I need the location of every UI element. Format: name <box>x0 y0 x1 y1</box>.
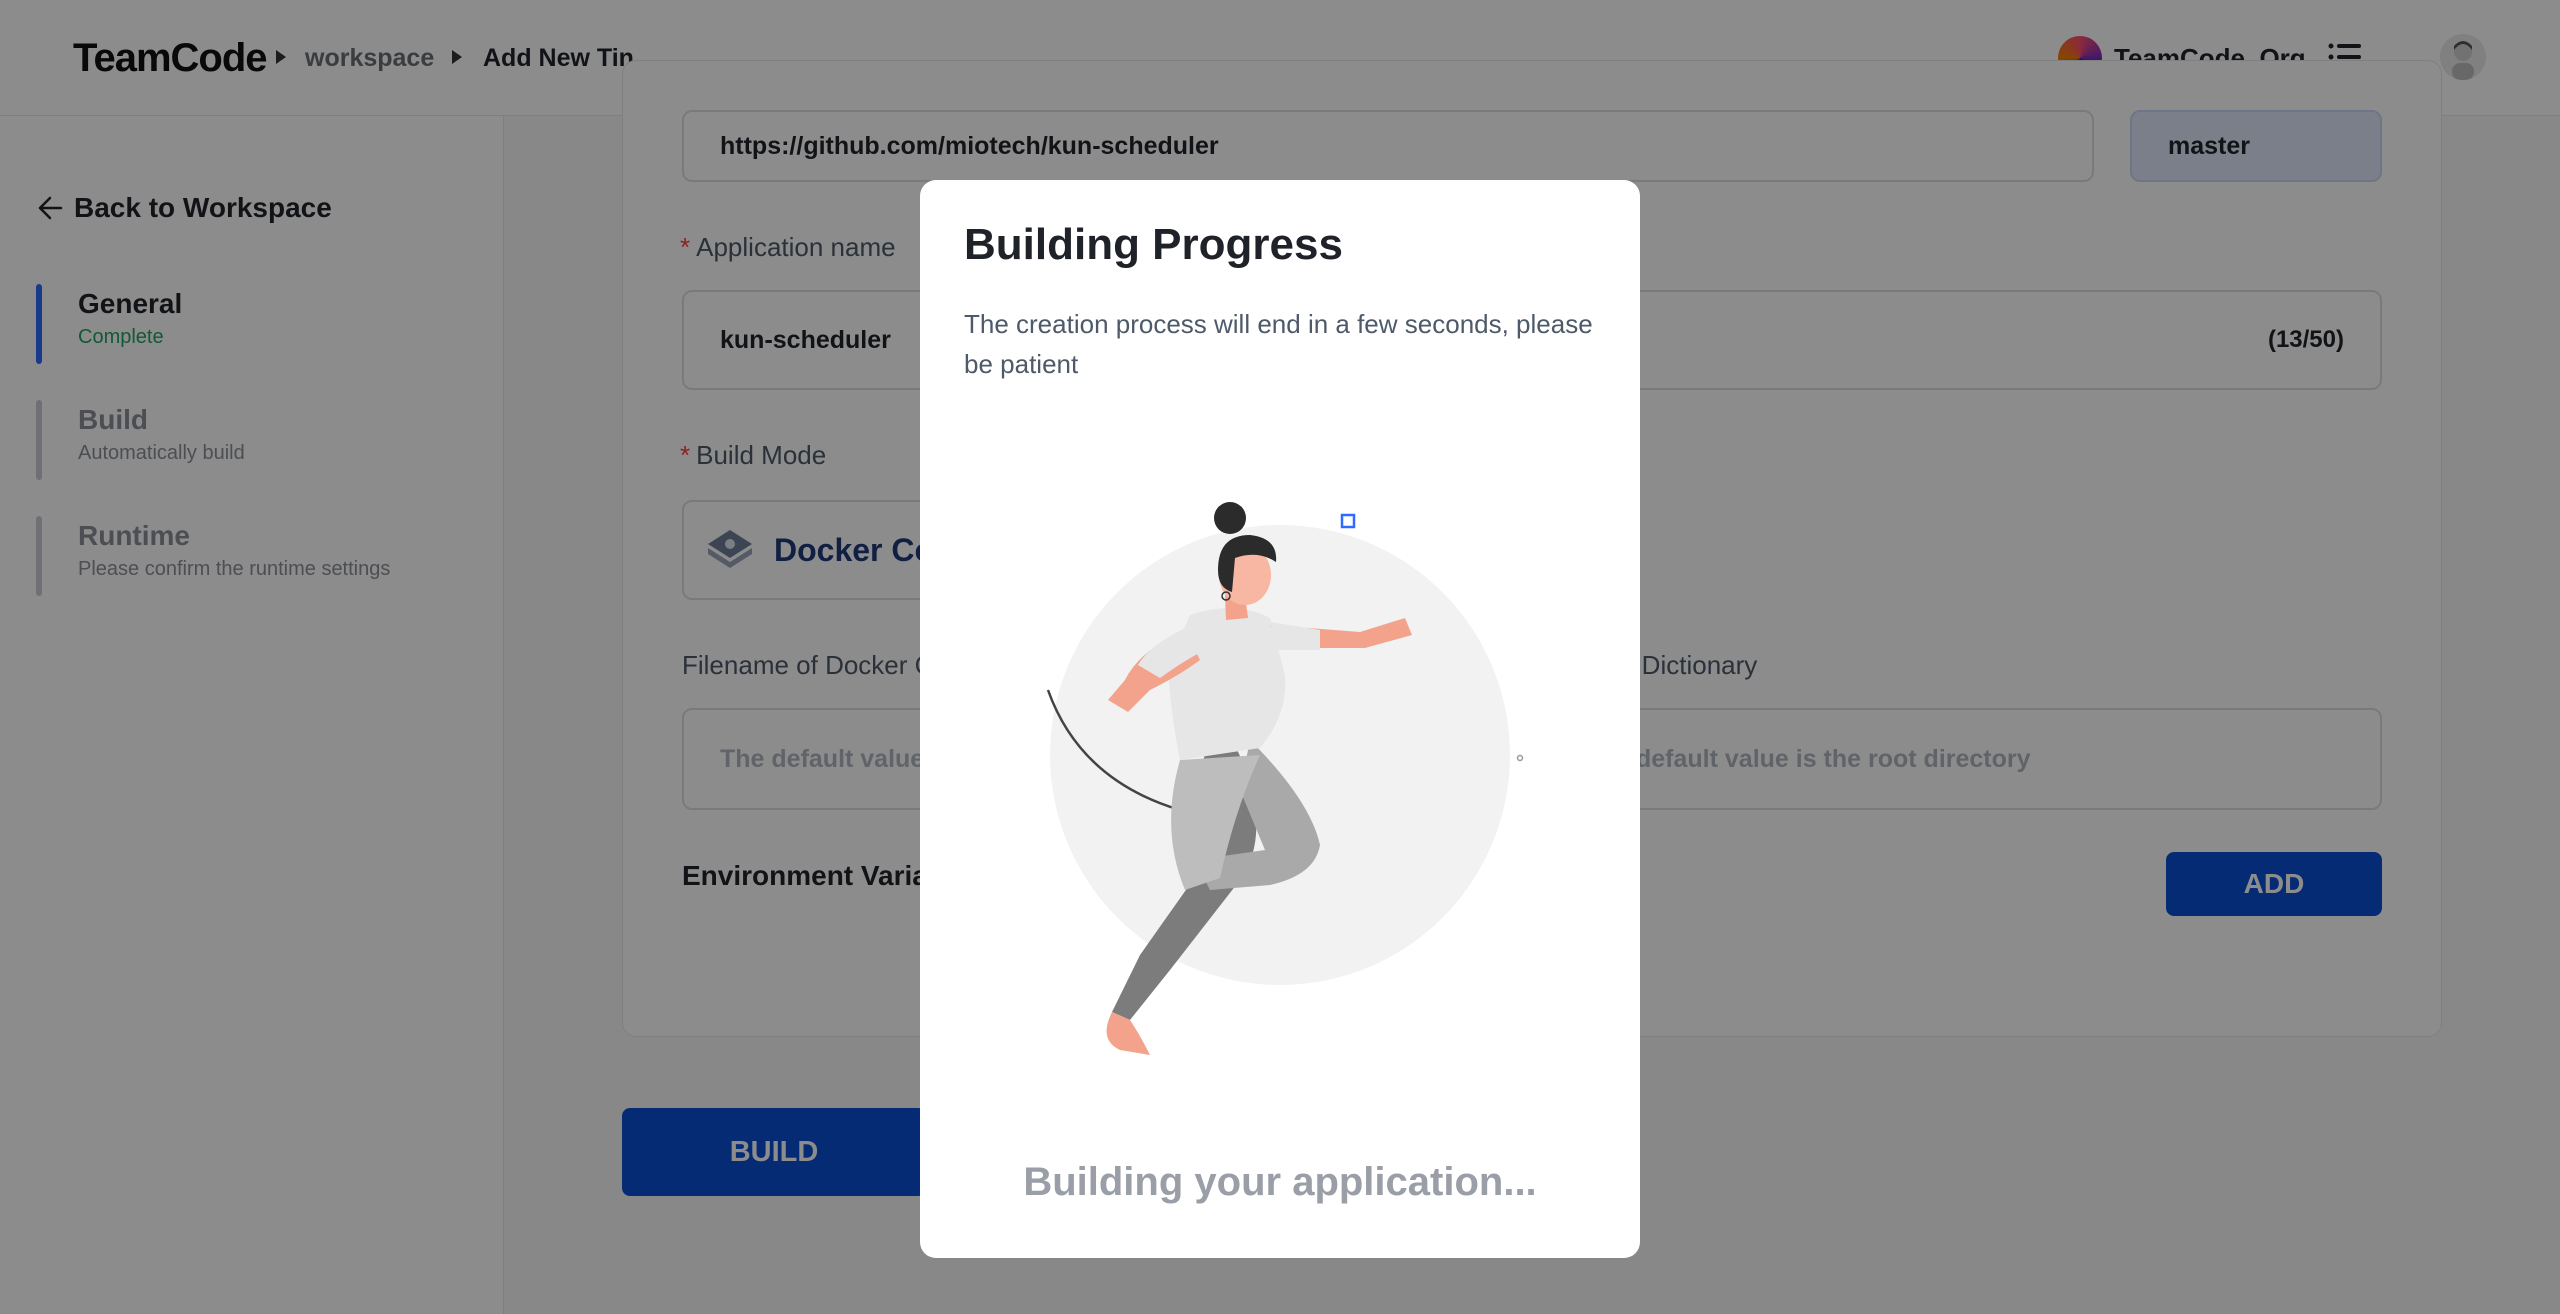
running-woman-illustration <box>1046 502 1524 1055</box>
modal-description: The creation process will end in a few s… <box>964 309 1593 379</box>
modal-status-text: Building your application... <box>1023 1160 1537 1204</box>
modal-title: Building Progress <box>964 220 1343 269</box>
building-progress-modal: Building Progress The creation process w… <box>920 180 1640 1258</box>
